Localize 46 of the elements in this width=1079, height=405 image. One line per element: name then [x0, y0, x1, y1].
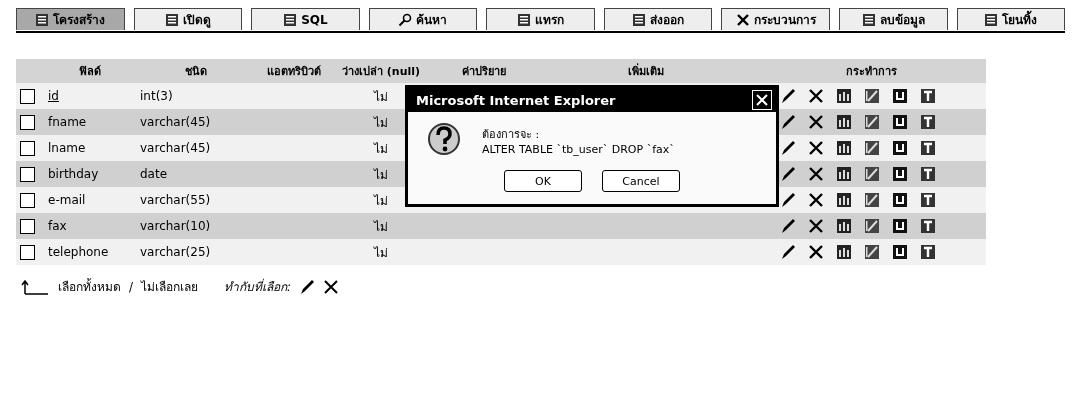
dialog-button[interactable]: OK — [504, 170, 582, 192]
tab[interactable]: เปิดดู — [133, 8, 243, 30]
table-cell: e-mail — [48, 193, 86, 207]
uncheck-all-link[interactable]: ไม่เลือกเลย — [141, 277, 199, 296]
table-cell: ไม่ — [374, 167, 388, 182]
table-cell: lname — [48, 141, 86, 155]
tab[interactable]: แทรก — [486, 8, 595, 30]
tab[interactable]: ส่งออก — [603, 8, 713, 30]
column-header: ว่างเปล่า (null) — [331, 59, 431, 83]
with-selected-label: ทำกับที่เลือก: — [224, 277, 292, 296]
column-header: ชนิด — [136, 59, 256, 83]
column-header: เพิ่มเติม — [536, 59, 756, 83]
table-cell: fname — [48, 115, 87, 129]
table-cell: telephone — [48, 245, 109, 259]
table-cell: ไม่ — [374, 245, 388, 260]
dialog-button[interactable]: Cancel — [602, 170, 680, 192]
table-cell: int(3) — [140, 89, 173, 103]
dialog-message: ต้องการจะ : — [482, 126, 541, 143]
table-cell: varchar(45) — [140, 141, 211, 155]
table-cell: ไม่ — [374, 219, 388, 234]
dialog-message: ALTER TABLE `tb_user` DROP `fax` — [482, 142, 675, 156]
table-cell: varchar(25) — [140, 245, 211, 259]
column-header: ค่าปริยาย — [431, 59, 536, 83]
table-cell: varchar(55) — [140, 193, 211, 207]
tab[interactable]: กระบวนการ — [721, 8, 830, 30]
column-header: แอตทริบิวต์ — [256, 59, 331, 83]
table-cell: id — [48, 89, 59, 103]
table-cell: ไม่ — [374, 141, 388, 156]
table-cell: ไม่ — [374, 115, 388, 130]
dialog-title: Microsoft Internet Explorer — [416, 92, 616, 108]
tab[interactable]: ค้นหา — [368, 8, 478, 30]
tab[interactable]: โครงสร้าง — [16, 8, 125, 30]
column-header: ฟิลด์ — [44, 59, 136, 83]
separator-text: / — [129, 279, 134, 294]
tab[interactable]: โยนทิ้ง — [956, 8, 1066, 30]
table-cell: ไม่ — [374, 89, 388, 104]
table-cell: birthday — [48, 167, 99, 181]
table-cell: varchar(10) — [140, 219, 211, 233]
tab[interactable]: SQL — [251, 8, 360, 30]
table-cell: date — [140, 167, 168, 181]
column-header: กระทำการ — [756, 59, 986, 83]
table-cell: varchar(45) — [140, 115, 211, 129]
check-all-link[interactable]: เลือกทั้งหมด — [58, 277, 121, 296]
table-cell: ไม่ — [374, 193, 388, 208]
tab[interactable]: ลบข้อมูล — [838, 8, 948, 30]
table-cell: fax — [48, 219, 67, 233]
